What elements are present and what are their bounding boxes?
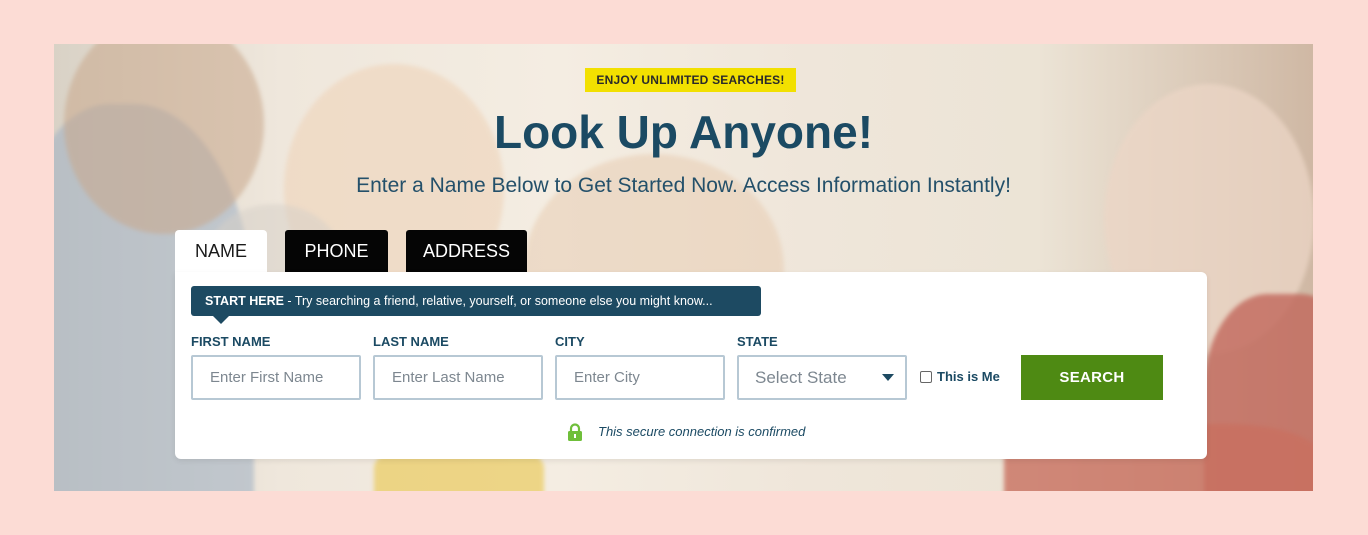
tooltip-arrow (213, 316, 229, 324)
tooltip-text: - Try searching a friend, relative, your… (283, 294, 713, 308)
state-select[interactable]: Select State (737, 355, 907, 400)
secure-connection-note: This secure connection is confirmed (567, 422, 805, 442)
city-label: CITY (555, 334, 585, 349)
this-is-me-checkbox[interactable] (920, 371, 932, 383)
tooltip-bold: START HERE (205, 294, 284, 308)
page-title: Look Up Anyone! (493, 106, 874, 158)
state-select-value: Select State (755, 368, 847, 387)
this-is-me-label[interactable]: This is Me (937, 369, 1000, 384)
search-button[interactable]: SEARCH (1021, 355, 1163, 400)
city-input[interactable] (555, 355, 725, 400)
tab-address[interactable]: ADDRESS (406, 230, 527, 272)
start-here-tooltip: START HERE - Try searching a friend, rel… (191, 286, 761, 316)
secure-text: This secure connection is confirmed (598, 424, 806, 439)
search-form-panel: START HERE - Try searching a friend, rel… (175, 272, 1207, 459)
hero-banner: ENJOY UNLIMITED SEARCHES! Look Up Anyone… (54, 44, 1313, 491)
chevron-down-icon (882, 374, 894, 381)
first-name-label: FIRST NAME (191, 334, 271, 349)
last-name-label: LAST NAME (373, 334, 449, 349)
state-label: STATE (737, 334, 778, 349)
first-name-input[interactable] (191, 355, 361, 400)
last-name-input[interactable] (373, 355, 543, 400)
lock-icon (568, 423, 582, 441)
page-subtitle: Enter a Name Below to Get Started Now. A… (356, 174, 1011, 197)
promo-badge: ENJOY UNLIMITED SEARCHES! (585, 68, 796, 92)
tab-name[interactable]: NAME (175, 230, 267, 274)
tab-phone[interactable]: PHONE (285, 230, 388, 272)
